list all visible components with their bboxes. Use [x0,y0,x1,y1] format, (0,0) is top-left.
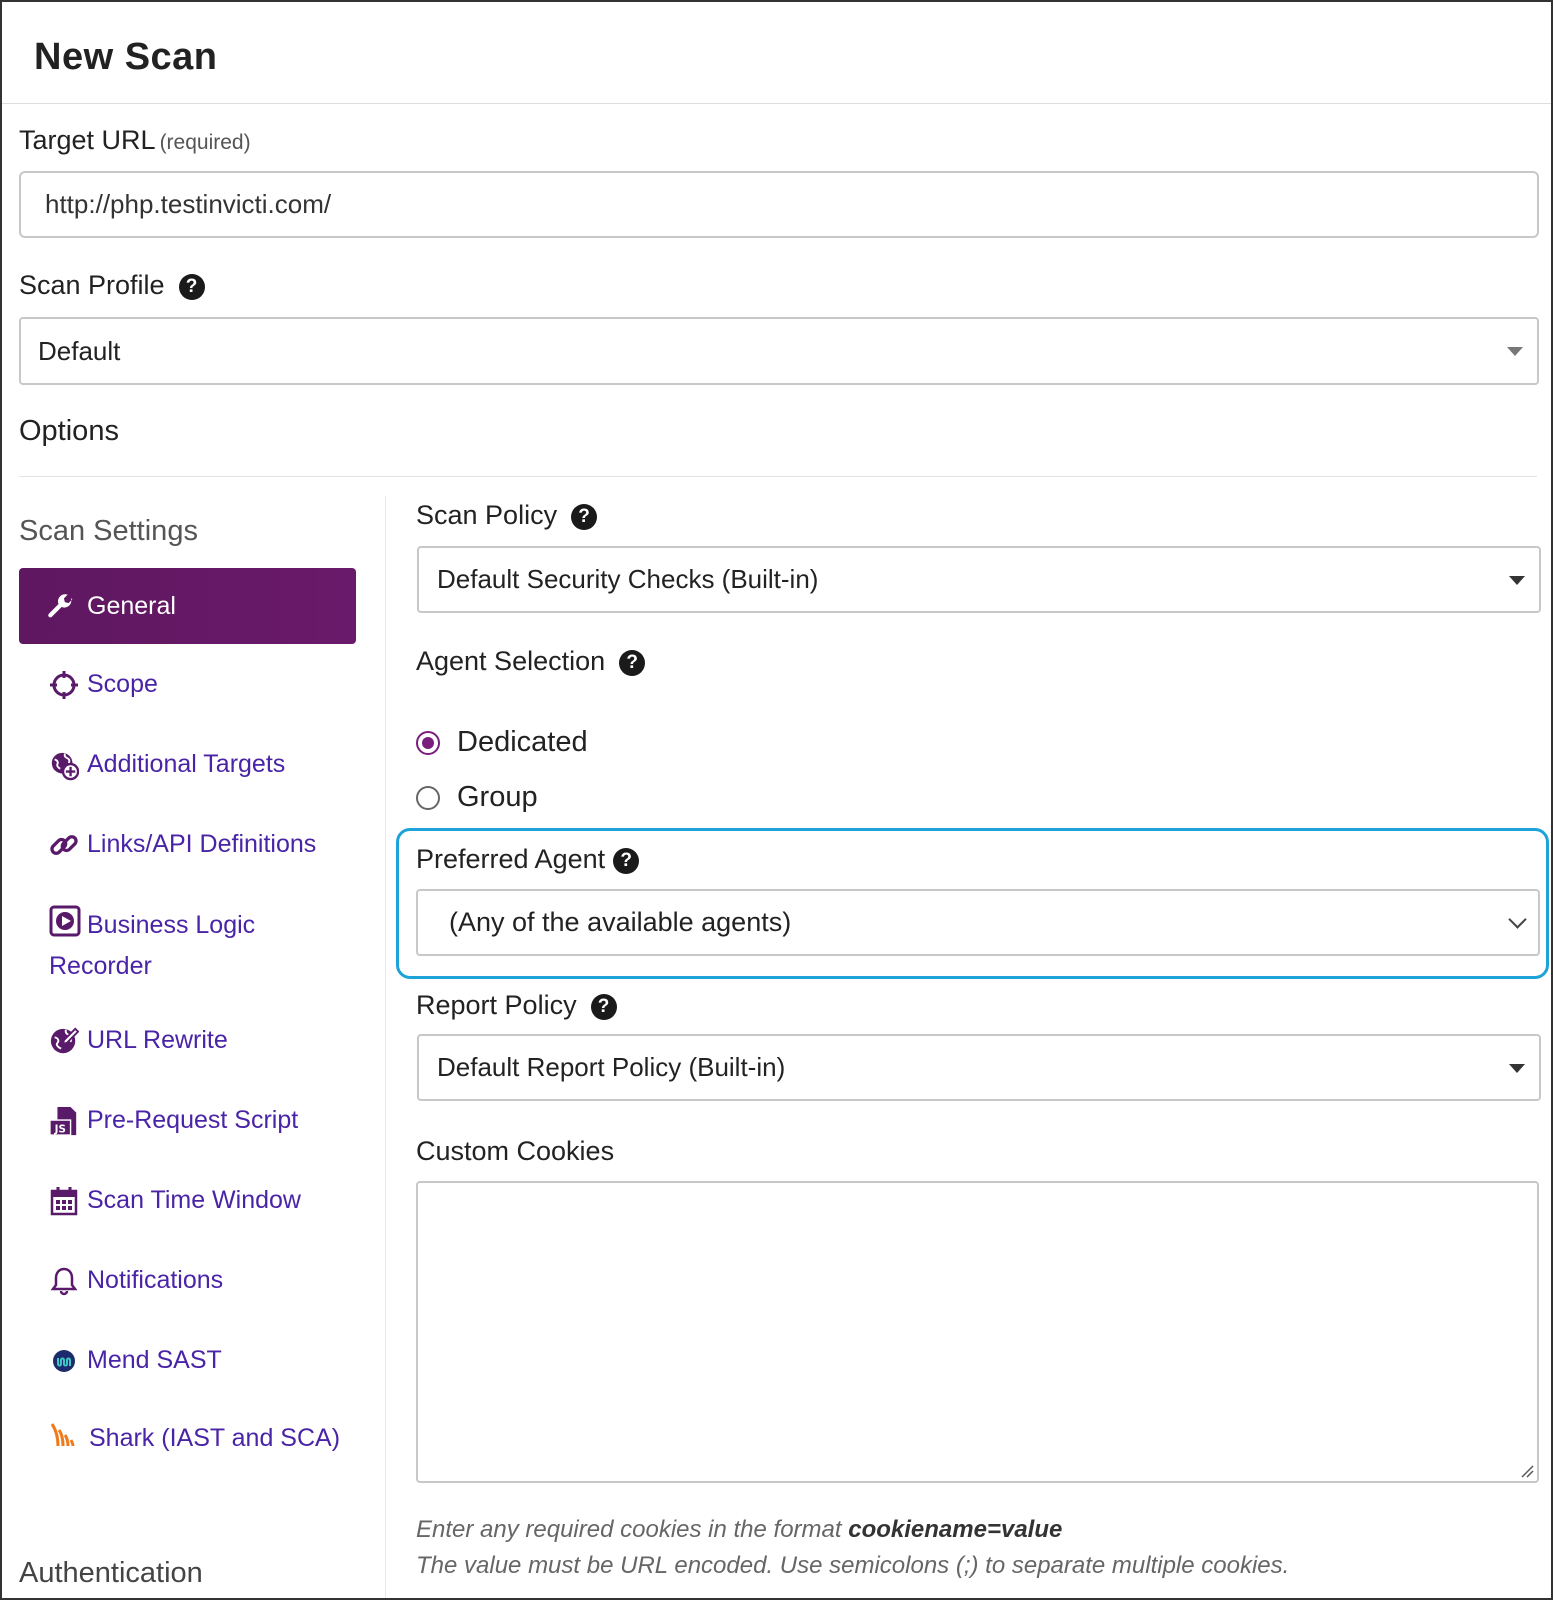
custom-cookies-textarea[interactable] [416,1181,1539,1483]
help-icon[interactable]: ? [613,848,640,874]
shark-icon [49,1420,79,1461]
sidebar-item-url-rewrite[interactable]: URL Rewrite [49,1022,228,1059]
radio-group[interactable]: Group [416,781,538,814]
sidebar-item-scope[interactable]: Scope [49,666,158,703]
options-title: Options [19,415,119,447]
new-scan-panel: New Scan Target URL (required) http://php… [0,0,1553,1600]
help-icon[interactable]: ? [590,994,617,1020]
sidebar-item-label: Pre-Request Script [87,1106,299,1134]
sidebar-item-notifications[interactable]: Notifications [49,1262,223,1299]
svg-text:JS: JS [54,1123,66,1135]
cookie-hint-line1: Enter any required cookies in the format… [416,1516,1062,1544]
cookie-hint-line2: The value must be URL encoded. Use semic… [416,1552,1290,1579]
report-policy-label-text: Report Policy [416,990,577,1020]
custom-cookies-label: Custom Cookies [416,1136,615,1166]
help-icon[interactable]: ? [178,274,205,300]
scan-profile-label-text: Scan Profile [19,270,165,300]
help-icon[interactable]: ? [571,504,598,530]
required-note: (required) [159,131,251,154]
preferred-agent-selected: (Any of the available agents) [449,907,792,937]
sidebar-item-label: Scope [87,670,158,698]
radio-dedicated[interactable]: Dedicated [416,726,588,759]
agent-selection-label: Agent Selection? [416,646,646,677]
options-divider [19,476,1537,477]
scan-profile-select[interactable]: Default [19,317,1539,385]
cookie-hint-prefix: Enter any required cookies in the format [416,1516,849,1543]
mend-logo-icon [49,1344,79,1378]
sidebar-item-label: Scan Time Window [87,1186,301,1214]
sidebar-item-links-api[interactable]: Links/API Definitions [49,826,316,863]
crosshair-icon [49,668,79,702]
cookie-hint-format: cookiename=value [848,1516,1063,1543]
globe-edit-icon [49,1024,79,1058]
caret-down-icon [1509,1063,1525,1073]
js-file-icon: JS [49,1104,79,1138]
scan-settings-heading: Scan Settings [19,515,198,547]
target-url-input[interactable]: http://php.testinvicti.com/ [19,171,1539,238]
chevron-down-icon [1508,909,1527,929]
scan-profile-selected: Default [38,335,121,366]
sidebar-item-label: Links/API Definitions [87,830,317,858]
calendar-icon [49,1184,79,1218]
caret-down-icon [1509,575,1525,585]
sidebar-item-label: Shark (IAST and SCA) [89,1424,341,1452]
wrench-icon [48,594,73,618]
scan-policy-label: Scan Policy? [416,500,598,531]
sidebar-item-additional-targets[interactable]: Additional Targets [49,746,285,783]
caret-down-icon [1507,347,1523,356]
target-url-label: Target URL (required) [19,125,251,156]
sidebar-divider [385,496,386,1598]
sidebar-item-label: Mend SAST [87,1346,222,1374]
authentication-heading: Authentication [19,1557,203,1589]
sidebar-item-general[interactable]: General [19,568,356,644]
radio-dedicated-input[interactable] [416,730,440,755]
scan-policy-label-text: Scan Policy [416,500,558,530]
sidebar-item-label: Additional Targets [87,750,286,778]
sidebar-item-label: General [87,591,176,620]
radio-dedicated-label: Dedicated [457,726,588,758]
link-icon [49,828,79,862]
agent-selection-label-text: Agent Selection [416,646,606,676]
sidebar-item-scan-time-window[interactable]: Scan Time Window [49,1182,301,1219]
resize-grip-icon[interactable] [1520,1464,1534,1478]
radio-group-input[interactable] [416,785,440,810]
page-title: New Scan [34,36,218,78]
sidebar-item-shark[interactable]: Shark (IAST and SCA) [49,1420,349,1461]
globe-plus-icon [49,748,79,782]
page-header: New Scan [2,2,1551,104]
bell-icon [49,1264,79,1298]
preferred-agent-label-text: Preferred Agent [416,844,606,874]
sidebar-item-label: Notifications [87,1266,224,1294]
preferred-agent-label: Preferred Agent? [416,844,640,875]
help-icon[interactable]: ? [619,650,646,676]
report-policy-selected: Default Report Policy (Built-in) [437,1052,786,1082]
sidebar-item-business-logic-recorder[interactable]: Business Logic Recorder [49,905,349,985]
target-url-value: http://php.testinvicti.com/ [45,189,332,219]
sidebar-item-pre-request-script[interactable]: JS Pre-Request Script [49,1102,298,1139]
report-policy-label: Report Policy? [416,990,617,1021]
scan-policy-select[interactable]: Default Security Checks (Built-in) [417,546,1541,613]
sidebar-item-label: URL Rewrite [87,1026,228,1054]
scan-profile-label: Scan Profile? [19,270,205,301]
record-icon [49,905,81,948]
preferred-agent-select[interactable]: (Any of the available agents) [416,889,1540,956]
radio-group-label: Group [457,781,538,813]
scan-policy-selected: Default Security Checks (Built-in) [437,564,819,594]
target-url-label-text: Target URL [19,125,156,155]
report-policy-select[interactable]: Default Report Policy (Built-in) [417,1034,1541,1101]
sidebar-item-mend-sast[interactable]: Mend SAST [49,1342,222,1379]
